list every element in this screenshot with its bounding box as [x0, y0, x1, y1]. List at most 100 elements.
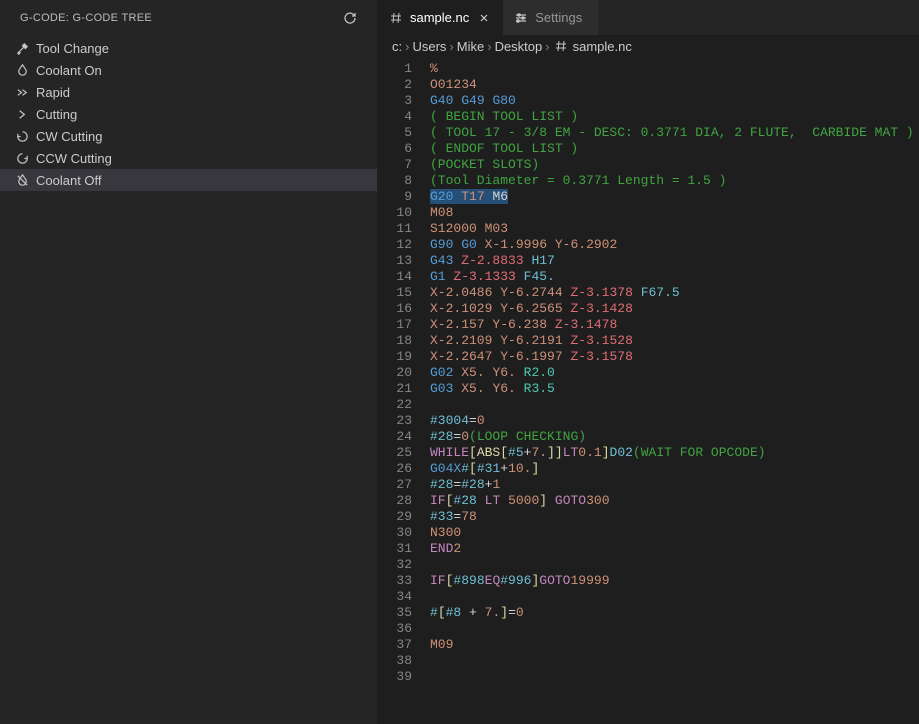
code-line[interactable]: M09 [430, 637, 919, 653]
line-number: 17 [378, 317, 412, 333]
tree-item-label: CCW Cutting [36, 151, 112, 166]
code-line[interactable]: X-2.2109 Y-6.2191 Z-3.1528 [430, 333, 919, 349]
code-line[interactable] [430, 669, 919, 685]
code-line[interactable]: G90 G0 X-1.9996 Y-6.2902 [430, 237, 919, 253]
code-line[interactable]: G43 Z-2.8833 H17 [430, 253, 919, 269]
line-number: 27 [378, 477, 412, 493]
sidebar-header: G-CODE: G-CODE TREE [0, 0, 377, 35]
code-line[interactable]: #3004=0 [430, 413, 919, 429]
line-number: 4 [378, 109, 412, 125]
code-line[interactable]: G1 Z-3.1333 F45. [430, 269, 919, 285]
line-number: 24 [378, 429, 412, 445]
tree-item-ccw[interactable]: CCW Cutting [0, 147, 377, 169]
code-line[interactable]: IF[#28 LT 5000] GOTO300 [430, 493, 919, 509]
tree-item-coolant-off[interactable]: Coolant Off [0, 169, 377, 191]
line-number: 23 [378, 413, 412, 429]
line-number: 37 [378, 637, 412, 653]
tree-item-cw[interactable]: CW Cutting [0, 125, 377, 147]
code-line[interactable]: G20 T17 M6 [430, 189, 919, 205]
line-number: 9 [378, 189, 412, 205]
line-number: 11 [378, 221, 412, 237]
code-line[interactable]: #[#8 + 7.]=0 [430, 605, 919, 621]
code-line[interactable]: X-2.0486 Y-6.2744 Z-3.1378 F67.5 [430, 285, 919, 301]
code-line[interactable]: (POCKET SLOTS) [430, 157, 919, 173]
code-line[interactable]: G40 G49 G80 [430, 93, 919, 109]
line-number: 38 [378, 653, 412, 669]
cutting-icon [14, 106, 30, 122]
line-number: 28 [378, 493, 412, 509]
tree-item-coolant-on[interactable]: Coolant On [0, 59, 377, 81]
tree-item-label: Cutting [36, 107, 77, 122]
code-line[interactable]: X-2.1029 Y-6.2565 Z-3.1428 [430, 301, 919, 317]
tab-close-button[interactable] [475, 9, 493, 27]
line-number: 26 [378, 461, 412, 477]
code-line[interactable]: ( ENDOF TOOL LIST ) [430, 141, 919, 157]
code-line[interactable]: O01234 [430, 77, 919, 93]
breadcrumb-segment[interactable]: c: [392, 39, 402, 54]
tree-item-label: CW Cutting [36, 129, 102, 144]
tool-change-icon [14, 40, 30, 56]
tab-settings[interactable]: Settings [503, 0, 598, 35]
code-line[interactable]: #28=#28+1 [430, 477, 919, 493]
sidebar: G-CODE: G-CODE TREE Tool ChangeCoolant O… [0, 0, 378, 724]
gcode-tree: Tool ChangeCoolant OnRapid Cutting CW Cutt… [0, 35, 377, 191]
code-line[interactable]: G02 X5. Y6. R2.0 [430, 365, 919, 381]
tab-label: sample.nc [410, 10, 469, 25]
line-number: 34 [378, 589, 412, 605]
line-number: 35 [378, 605, 412, 621]
line-number: 18 [378, 333, 412, 349]
code-line[interactable]: (Tool Diameter = 0.3771 Length = 1.5 ) [430, 173, 919, 189]
line-number-gutter: 1234567891011121314151617181920212223242… [378, 57, 430, 724]
code-line[interactable]: ( BEGIN TOOL LIST ) [430, 109, 919, 125]
line-number: 19 [378, 349, 412, 365]
line-number: 16 [378, 301, 412, 317]
tab-sample[interactable]: sample.nc [378, 0, 503, 35]
breadcrumb-segment[interactable]: sample.nc [553, 38, 632, 54]
code-editor[interactable]: 1234567891011121314151617181920212223242… [378, 57, 919, 724]
code-line[interactable] [430, 397, 919, 413]
chevron-right-icon: › [449, 39, 453, 54]
code-line[interactable]: X-2.2647 Y-6.1997 Z-3.1578 [430, 349, 919, 365]
line-number: 22 [378, 397, 412, 413]
line-number: 14 [378, 269, 412, 285]
line-number: 7 [378, 157, 412, 173]
tree-item-cutting[interactable]: Cutting [0, 103, 377, 125]
code-line[interactable]: % [430, 61, 919, 77]
breadcrumb-segment[interactable]: Users [412, 39, 446, 54]
code-line[interactable]: G04X#[#31+10.] [430, 461, 919, 477]
code-line[interactable]: END2 [430, 541, 919, 557]
breadcrumb-segment[interactable]: Desktop [495, 39, 543, 54]
line-number: 36 [378, 621, 412, 637]
code-line[interactable]: G03 X5. Y6. R3.5 [430, 381, 919, 397]
line-number: 10 [378, 205, 412, 221]
code-line[interactable]: #33=78 [430, 509, 919, 525]
hash-icon [388, 10, 404, 26]
tree-item-rapid[interactable]: Rapid [0, 81, 377, 103]
code-line[interactable]: IF[#898EQ#996]GOTO19999 [430, 573, 919, 589]
code-line[interactable]: M08 [430, 205, 919, 221]
cw-icon [14, 128, 30, 144]
code-line[interactable]: X-2.157 Y-6.238 Z-3.1478 [430, 317, 919, 333]
code-line[interactable]: S12000 M03 [430, 221, 919, 237]
code-line[interactable]: #28=0(LOOP CHECKING) [430, 429, 919, 445]
line-number: 2 [378, 77, 412, 93]
code-line[interactable] [430, 621, 919, 637]
code-line[interactable] [430, 653, 919, 669]
line-number: 13 [378, 253, 412, 269]
code-line[interactable]: ( TOOL 17 - 3/8 EM - DESC: 0.3771 DIA, 2… [430, 125, 919, 141]
chevron-right-icon: › [487, 39, 491, 54]
code-line[interactable]: WHILE[ABS[#5+7.]]LT0.1]D02(WAIT FOR OPCO… [430, 445, 919, 461]
refresh-button[interactable] [339, 7, 361, 29]
line-number: 33 [378, 573, 412, 589]
line-number: 39 [378, 669, 412, 685]
code-line[interactable] [430, 557, 919, 573]
breadcrumb-segment[interactable]: Mike [457, 39, 484, 54]
code-line[interactable]: N300 [430, 525, 919, 541]
tab-bar: sample.nc Settings [378, 0, 919, 35]
code-content[interactable]: %O01234G40 G49 G80( BEGIN TOOL LIST )( T… [430, 57, 919, 724]
code-line[interactable] [430, 589, 919, 605]
line-number: 5 [378, 125, 412, 141]
editor-area: sample.ncSettings c:›Users›Mike›Desktop›… [378, 0, 919, 724]
sliders-icon [513, 10, 529, 26]
tree-item-tool-change[interactable]: Tool Change [0, 37, 377, 59]
